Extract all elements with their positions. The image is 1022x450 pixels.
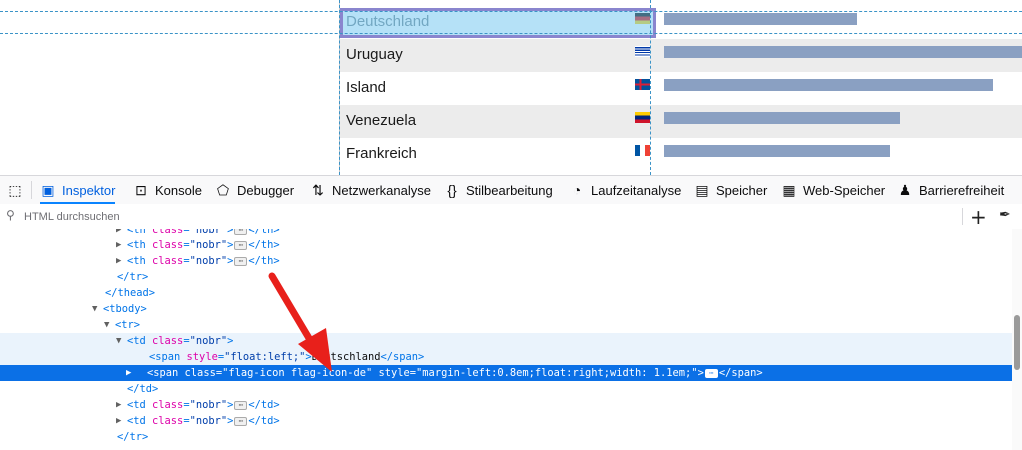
tab-laufzeitanalyse[interactable]: ◔ Laufzeitanalyse: [569, 176, 682, 204]
markup-node[interactable]: ▼ <td class="nobr">: [0, 333, 1012, 349]
search-separator: [962, 208, 963, 225]
country-name: Frankreich: [346, 145, 417, 162]
flag-ve-icon: [635, 112, 650, 123]
value-bar: [664, 79, 993, 91]
tab-label: Barrierefreiheit: [919, 183, 1005, 198]
markup-node[interactable]: </thead>: [0, 285, 1012, 301]
storage-icon: ▦: [782, 182, 796, 198]
tab-label: Laufzeitanalyse: [591, 183, 682, 198]
expand-toggle-icon[interactable]: ▼: [92, 301, 97, 317]
devtools-toolbar: ⬚ ▣ Inspektor ⊡ Konsole ⬠ Debugger ⇅ Netzwerkan…: [0, 175, 1022, 205]
markup-node[interactable]: ▼ <tr>: [0, 317, 1012, 333]
expand-toggle-icon[interactable]: ▼: [116, 333, 121, 349]
tab-speicher[interactable]: ▤ Speicher: [694, 176, 767, 204]
country-row: Island: [340, 72, 1022, 105]
country-row: Frankreich: [340, 138, 1022, 171]
country-name: Island: [346, 79, 387, 96]
markup-node[interactable]: ▶ <td class="nobr"> ⋯ </td>: [0, 397, 1012, 413]
search-icon: ⚲: [6, 208, 15, 222]
expand-toggle-icon[interactable]: ▶: [116, 253, 121, 269]
markup-node[interactable]: <span style="float:left;">Deutschland</s…: [0, 349, 1012, 365]
debugger-icon: ⬠: [216, 182, 230, 198]
tab-barrierefreiheit[interactable]: ♟ Barrierefreiheit: [897, 176, 1005, 204]
country-name: Uruguay: [346, 46, 403, 63]
html-search-input[interactable]: [22, 207, 626, 227]
flag-is-icon: [635, 79, 650, 90]
expand-toggle-icon[interactable]: ▼: [104, 317, 109, 333]
highlight-guide-top: [0, 11, 1022, 12]
tab-label: Speicher: [716, 183, 768, 198]
markup-node[interactable]: ▶ <td class="nobr"> ⋯ </td>: [0, 413, 1012, 429]
tab-label: Inspektor: [62, 183, 116, 198]
inspector-icon: ▣: [41, 182, 55, 198]
tab-konsole[interactable]: ⊡ Konsole: [133, 176, 202, 204]
eyedropper-icon[interactable]: ✒: [999, 207, 1011, 223]
highlight-guide-left: [339, 0, 340, 175]
markup-node[interactable]: </tr>: [0, 429, 1012, 445]
markup-node[interactable]: ▶ <th class="nobr"> ⋯ </th>: [0, 253, 1012, 269]
flag-fr-icon: [635, 145, 650, 156]
toolbar-separator: [31, 181, 32, 199]
html-search-bar: ⚲ + ✒: [0, 204, 1022, 230]
element-picker-button[interactable]: ⬚: [7, 176, 29, 204]
console-icon: ⊡: [135, 182, 147, 198]
highlight-guide-bottom: [0, 33, 1022, 34]
country-row: Venezuela: [340, 105, 1022, 138]
performance-icon: ◔: [572, 182, 582, 198]
country-name: Venezuela: [346, 112, 417, 129]
element-picker-icon: ⬚: [8, 182, 22, 198]
network-icon: ⇅: [312, 182, 324, 198]
markup-node-selected[interactable]: ▶ <span class="flag-icon flag-icon-de" st…: [0, 365, 1012, 381]
tab-inspektor[interactable]: ▣ Inspektor: [40, 176, 116, 204]
value-bar: [664, 46, 1022, 58]
flag-uy-icon: [635, 46, 650, 57]
tab-web-speicher[interactable]: ▦ Web-Speicher: [781, 176, 885, 204]
tab-label: Netzwerkanalyse: [332, 183, 431, 198]
markup-node[interactable]: </tr>: [0, 269, 1012, 285]
tab-label: Web-Speicher: [803, 183, 886, 198]
tab-debugger[interactable]: ⬠ Debugger: [215, 176, 294, 204]
value-bar: [664, 145, 890, 157]
value-bar: [664, 13, 857, 25]
tab-stilbearbeitung[interactable]: {} Stilbearbeitung: [444, 176, 553, 204]
markup-node[interactable]: ▶ <th class="nobr"> ⋯ </th>: [0, 237, 1012, 253]
markup-scrollbar-thumb[interactable]: [1014, 315, 1020, 370]
style-editor-icon: {}: [447, 182, 457, 198]
markup-node[interactable]: ▼ <tbody>: [0, 301, 1012, 317]
value-bar: [664, 112, 900, 124]
add-node-icon[interactable]: +: [970, 205, 987, 229]
tab-netzwerkanalyse[interactable]: ⇅ Netzwerkanalyse: [310, 176, 431, 204]
expand-toggle-icon[interactable]: ▶: [116, 237, 121, 253]
expand-toggle-icon[interactable]: ▶: [126, 365, 131, 381]
markup-view[interactable]: ▶ <th class="nobr"> ⋯ </th> ▶ <th class="nobr…: [0, 229, 1012, 450]
tab-label: Debugger: [237, 183, 295, 198]
country-row: Uruguay: [340, 39, 1022, 72]
memory-icon: ▤: [695, 182, 709, 198]
page-viewport: DeutschlandUruguayIslandVenezuelaFrankre…: [0, 0, 1022, 175]
annotation-arrow: [268, 272, 332, 372]
markup-node[interactable]: </td>: [0, 381, 1012, 397]
expand-toggle-icon[interactable]: ▶: [116, 413, 121, 429]
tab-label: Stilbearbeitung: [466, 183, 553, 198]
accessibility-icon: ♟: [898, 182, 912, 198]
expand-toggle-icon[interactable]: ▶: [116, 397, 121, 413]
highlight-guide-right: [650, 0, 651, 175]
tab-label: Konsole: [155, 183, 202, 198]
